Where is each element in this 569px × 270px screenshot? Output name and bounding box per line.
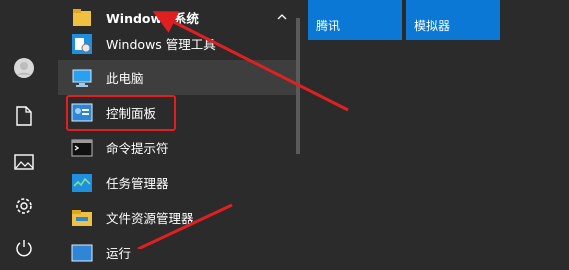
annotation-arrow-top (152, 11, 349, 112)
annotation-arrow-bottom (137, 203, 233, 249)
annotation-arrows (137, 11, 349, 249)
